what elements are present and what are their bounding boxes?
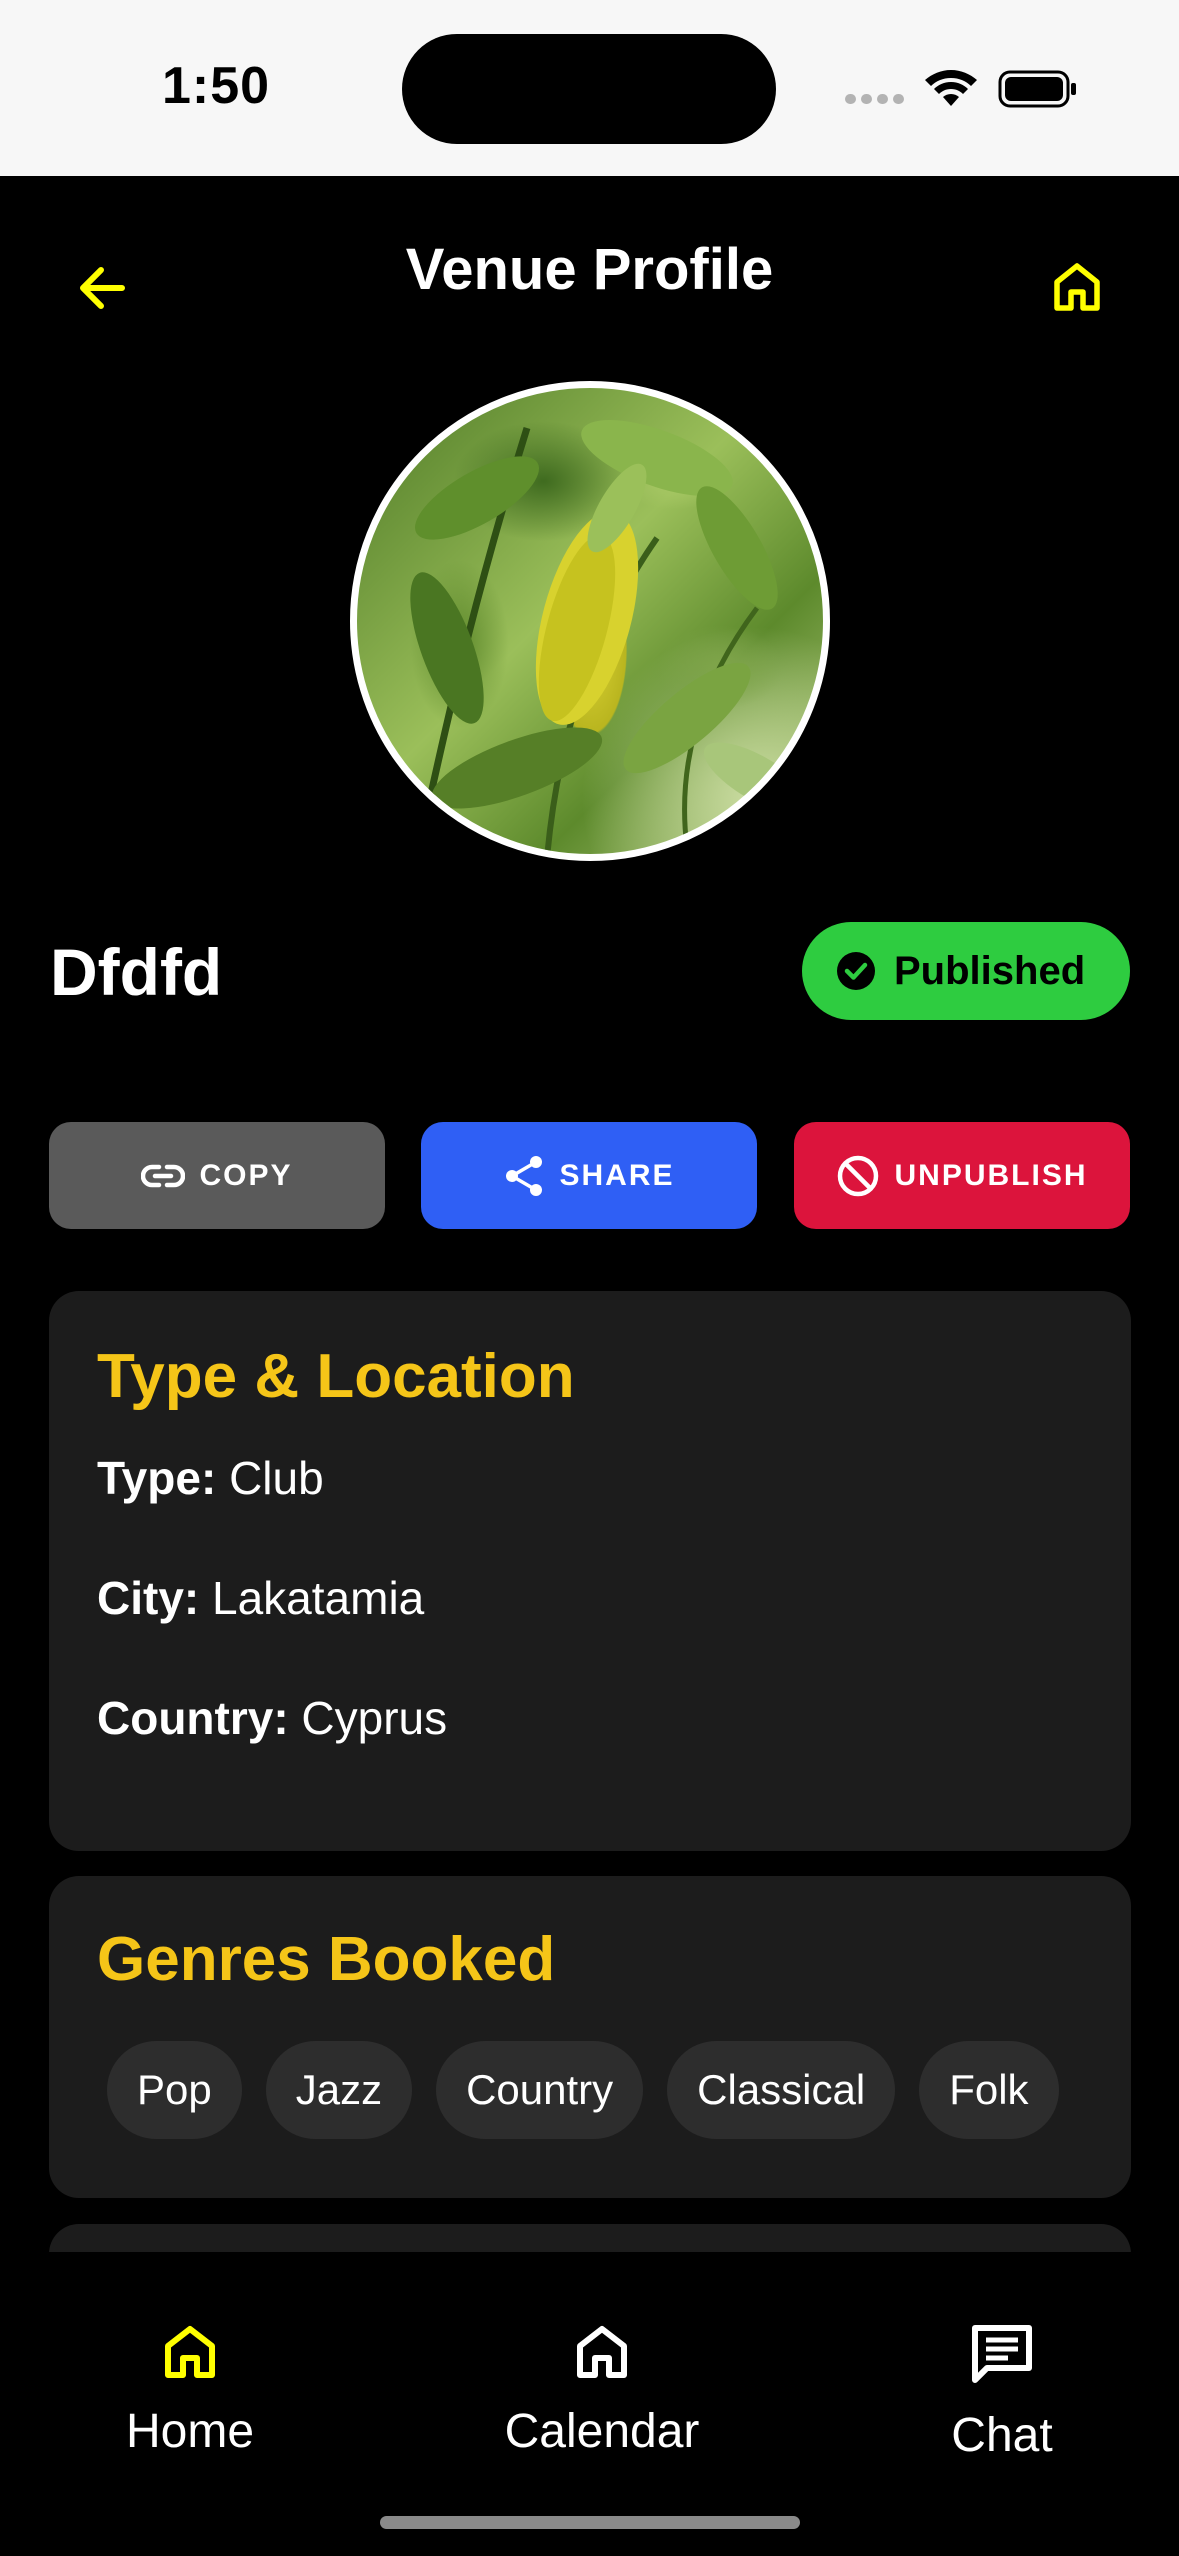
home-icon <box>165 2326 215 2378</box>
link-icon <box>141 1164 186 1187</box>
venue-avatar <box>350 381 830 861</box>
dynamic-island <box>402 34 776 144</box>
type-label: Type: <box>97 1452 217 1504</box>
nav-item-calendar[interactable]: Calendar <box>452 2324 752 2459</box>
genres-title: Genres Booked <box>97 1925 556 1994</box>
nav-label-chat: Chat <box>951 2409 1053 2462</box>
unpublish-button-label: UNPUBLISH <box>894 1158 1088 1192</box>
battery-icon <box>998 70 1076 108</box>
copy-button-label: COPY <box>199 1158 293 1192</box>
genre-chip: Country <box>436 2041 644 2139</box>
copy-button[interactable]: COPY <box>49 1122 385 1229</box>
home-icon <box>577 2326 627 2378</box>
genre-chip: Jazz <box>265 2041 413 2139</box>
share-button[interactable]: SHARE <box>421 1122 757 1229</box>
bottom-nav: Home Calendar Chat <box>0 2252 1179 2556</box>
genre-chip-list: Pop Jazz Country Classical Folk <box>107 2041 1059 2139</box>
screen: 1:50 Venue Profile Dfdfd Published COPY … <box>0 0 1179 2556</box>
nav-item-chat[interactable]: Chat <box>852 2324 1152 2463</box>
nav-label-calendar: Calendar <box>504 2405 700 2458</box>
type-location-title: Type & Location <box>97 1342 575 1411</box>
genres-card: Genres Booked Pop Jazz Country Classical… <box>49 1876 1131 2198</box>
home-icon <box>1054 263 1100 311</box>
home-indicator <box>380 2516 800 2529</box>
nav-item-home[interactable]: Home <box>40 2324 340 2459</box>
venue-name: Dfdfd <box>50 935 223 1009</box>
genre-chip: Pop <box>107 2041 242 2139</box>
genre-chip: Folk <box>919 2041 1059 2139</box>
country-row: Country: Cyprus <box>97 1691 447 1745</box>
city-row: City: Lakatamia <box>97 1571 424 1625</box>
wifi-icon <box>925 70 977 106</box>
home-button[interactable] <box>1046 256 1108 318</box>
country-value: Cyprus <box>301 1692 448 1744</box>
status-badge: Published <box>802 922 1130 1020</box>
status-bar: 1:50 <box>0 0 1179 176</box>
type-location-card: Type & Location Type: Club City: Lakatam… <box>49 1291 1131 1851</box>
unpublish-button[interactable]: UNPUBLISH <box>794 1122 1130 1229</box>
type-row: Type: Club <box>97 1451 324 1505</box>
genre-chip: Classical <box>667 2041 896 2139</box>
plant-leaves-image <box>410 420 811 854</box>
share-button-label: SHARE <box>559 1158 675 1192</box>
country-label: Country: <box>97 1692 289 1744</box>
type-value: Club <box>229 1452 324 1504</box>
check-circle-icon <box>837 952 875 990</box>
page-title: Venue Profile <box>405 237 774 302</box>
nav-label-home: Home <box>125 2405 255 2458</box>
block-icon <box>838 1155 879 1196</box>
chat-icon <box>972 2325 1032 2383</box>
city-label: City: <box>97 1572 200 1624</box>
cellular-signal-icon <box>845 94 905 104</box>
city-value: Lakatamia <box>212 1572 425 1624</box>
status-time: 1:50 <box>162 57 271 115</box>
share-icon <box>506 1155 543 1196</box>
status-badge-label: Published <box>894 948 1086 993</box>
